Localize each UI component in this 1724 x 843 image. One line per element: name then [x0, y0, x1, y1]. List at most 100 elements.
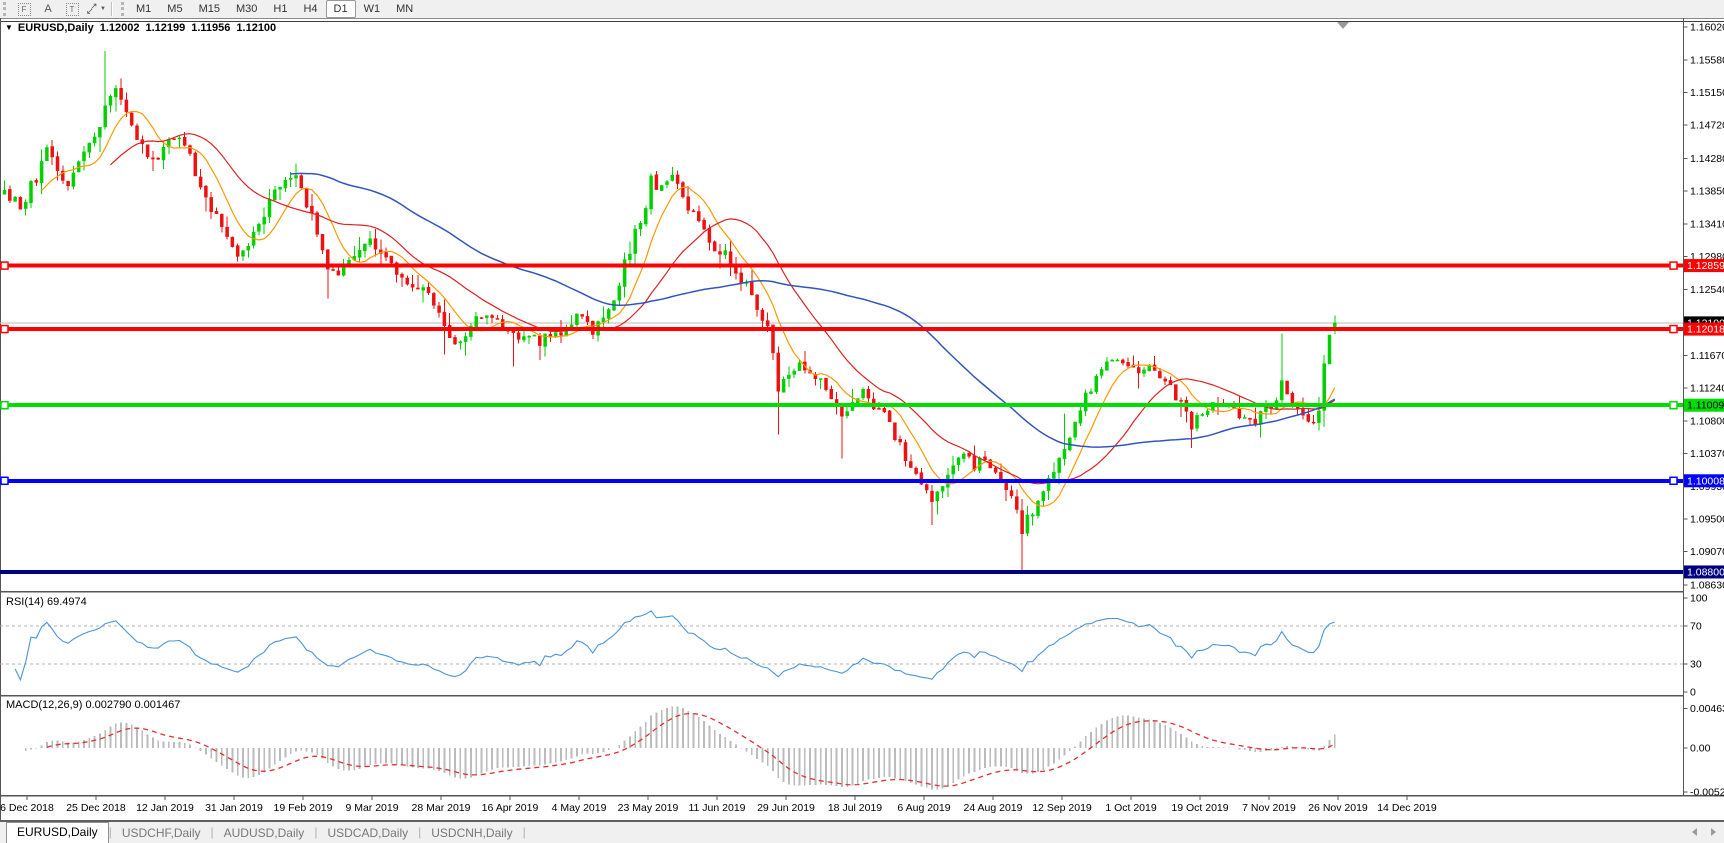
candle-body	[401, 274, 404, 277]
candle-body	[952, 466, 955, 474]
timeframe-d1-button[interactable]: D1	[326, 0, 356, 18]
hline-handle[interactable]	[1670, 326, 1677, 333]
candle-body	[432, 293, 435, 305]
candle-body	[560, 333, 563, 336]
candle-body	[1031, 515, 1034, 516]
candle-body	[422, 288, 425, 291]
chevron-down-icon[interactable]: ▼	[100, 6, 106, 12]
candle-body	[644, 208, 647, 224]
candle-body	[973, 456, 976, 470]
candle-body	[406, 278, 409, 284]
candle-body	[496, 318, 499, 319]
candle-body	[332, 269, 335, 270]
candle-body	[793, 371, 796, 374]
timeframe-h1-button[interactable]: H1	[265, 0, 295, 18]
tab-eurusd-daily[interactable]: EURUSD,Daily	[6, 822, 109, 843]
candle-body	[427, 287, 430, 293]
timeframe-m5-button[interactable]: M5	[159, 0, 190, 18]
fibonacci-icon[interactable]: F	[14, 2, 34, 17]
price-tick-label: 1.15580	[1690, 55, 1724, 67]
hline-handle[interactable]	[1670, 477, 1677, 484]
timeframe-m30-button[interactable]: M30	[228, 0, 265, 18]
candle-body	[581, 314, 584, 316]
candle-body	[1307, 414, 1310, 421]
candle-body	[263, 217, 266, 224]
text-icon[interactable]: A	[38, 2, 58, 17]
candle-body	[708, 228, 711, 242]
candle-body	[1042, 492, 1045, 501]
toolbar-grip[interactable]	[3, 2, 10, 16]
candle-body	[242, 251, 245, 256]
tab-usdcad-daily[interactable]: USDCAD,Daily	[317, 824, 418, 843]
candle-body	[602, 318, 605, 322]
candle-body	[1095, 376, 1098, 391]
timeframe-m15-button[interactable]: M15	[191, 0, 228, 18]
hline-handle[interactable]	[1, 262, 8, 269]
price-tick-label: 1.09070	[1690, 546, 1724, 558]
tab-usdchf-daily[interactable]: USDCHF,Daily	[112, 824, 211, 843]
candle-body	[1286, 381, 1289, 394]
date-tick-label: 25 Dec 2018	[66, 802, 126, 814]
date-tick-label: 14 Dec 2019	[1377, 802, 1437, 814]
candle-body	[236, 246, 239, 257]
candle-body	[125, 100, 128, 112]
candle-body	[713, 242, 716, 251]
price-tick-label: 1.10800	[1690, 416, 1724, 428]
hline-handle[interactable]	[1, 326, 8, 333]
tab-usdcnh-daily[interactable]: USDCNH,Daily	[421, 824, 522, 843]
hline-price-tag: 1.12018	[1687, 324, 1724, 336]
candle-body	[14, 197, 17, 201]
candle-body	[284, 180, 287, 188]
date-tick-label: 29 Jun 2019	[757, 802, 815, 814]
arrows-icon[interactable]: ↗↙ ▼	[86, 2, 106, 17]
candle-body	[1158, 371, 1161, 378]
tab-audusd-daily[interactable]: AUDUSD,Daily	[214, 824, 315, 843]
tab-scroll-right-icon[interactable]	[1711, 828, 1716, 836]
tab-scroll-left-icon[interactable]	[1692, 828, 1697, 836]
timeframe-m1-button[interactable]: M1	[128, 0, 159, 18]
candle-body	[162, 147, 165, 160]
hline-price-tag: 1.10008	[1687, 475, 1724, 487]
candle-body	[72, 173, 75, 187]
timeframe-mn-button[interactable]: MN	[388, 0, 421, 18]
candle-body	[30, 181, 33, 202]
candle-body	[342, 267, 345, 275]
candle-body	[215, 211, 218, 213]
candle-body	[310, 206, 313, 213]
candle-body	[1074, 422, 1077, 437]
candle-body	[517, 333, 520, 340]
candle-body	[98, 127, 101, 137]
candle-body	[724, 251, 727, 255]
candle-body	[697, 212, 700, 221]
collapse-caret-icon[interactable]: ▼	[5, 23, 13, 32]
macd-tick-label: -0.005299	[1690, 787, 1724, 799]
open-value: 1.12002	[100, 22, 140, 34]
hline-handle[interactable]	[1, 477, 8, 484]
tab-separator: |	[523, 825, 526, 840]
chart-window[interactable]: ▼EURUSD,Daily1.120021.121991.119561.1210…	[0, 18, 1724, 820]
toolbar-grip[interactable]	[121, 2, 128, 16]
candle-body	[846, 412, 849, 416]
price-tick-label: 1.13410	[1690, 219, 1724, 231]
candle-body	[1190, 412, 1193, 429]
top-toolbar: F A T ↗↙ ▼ M1 M5 M15 M30 H1 H4 D1 W1 MN	[0, 0, 1724, 19]
price-tick-label: 1.15150	[1690, 87, 1724, 99]
date-tick-label: 4 May 2019	[552, 802, 607, 814]
timeframe-h4-button[interactable]: H4	[295, 0, 325, 18]
hline-handle[interactable]	[1, 402, 8, 409]
candle-body	[628, 254, 631, 260]
hline-handle[interactable]	[1670, 262, 1677, 269]
candle-body	[931, 491, 934, 502]
candle-body	[618, 286, 621, 300]
label-icon[interactable]: T	[62, 2, 82, 17]
candle-body	[1015, 497, 1018, 510]
candle-body	[1249, 418, 1252, 419]
candle-body	[194, 153, 197, 176]
candle-body	[501, 319, 504, 327]
candle-body	[19, 197, 22, 209]
timeframe-w1-button[interactable]: W1	[356, 0, 389, 18]
chart-shift-marker-icon[interactable]	[1337, 22, 1349, 29]
hline-handle[interactable]	[1670, 402, 1677, 409]
chart-canvas[interactable]: 1.160201.155801.151501.147201.142801.138…	[0, 18, 1724, 820]
date-tick-label: 12 Sep 2019	[1032, 802, 1092, 814]
